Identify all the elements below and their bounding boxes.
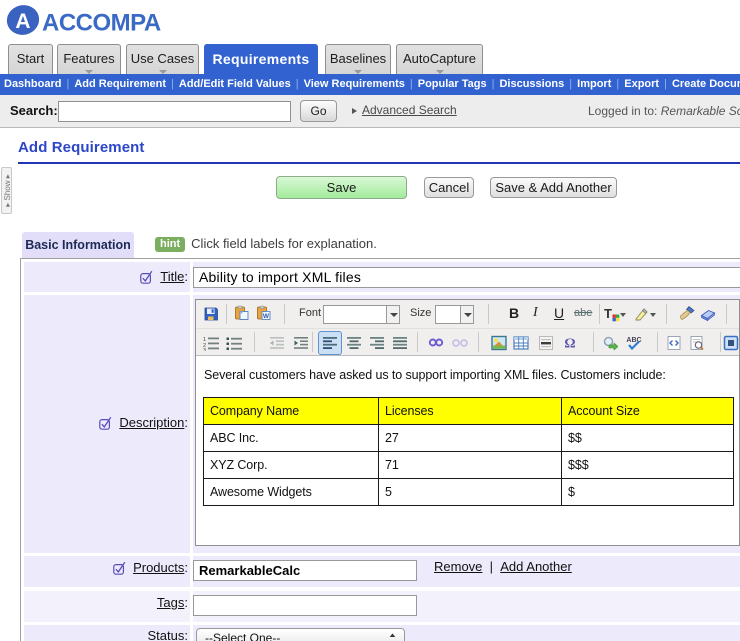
svg-text:W: W — [263, 313, 270, 320]
svg-text:ACCOMPA: ACCOMPA — [42, 10, 161, 37]
svg-text:ABC: ABC — [626, 337, 641, 344]
svg-text:T: T — [604, 306, 612, 321]
svg-text:3: 3 — [203, 348, 206, 351]
svg-text:A: A — [15, 10, 30, 33]
svg-text:Ω: Ω — [564, 337, 575, 351]
